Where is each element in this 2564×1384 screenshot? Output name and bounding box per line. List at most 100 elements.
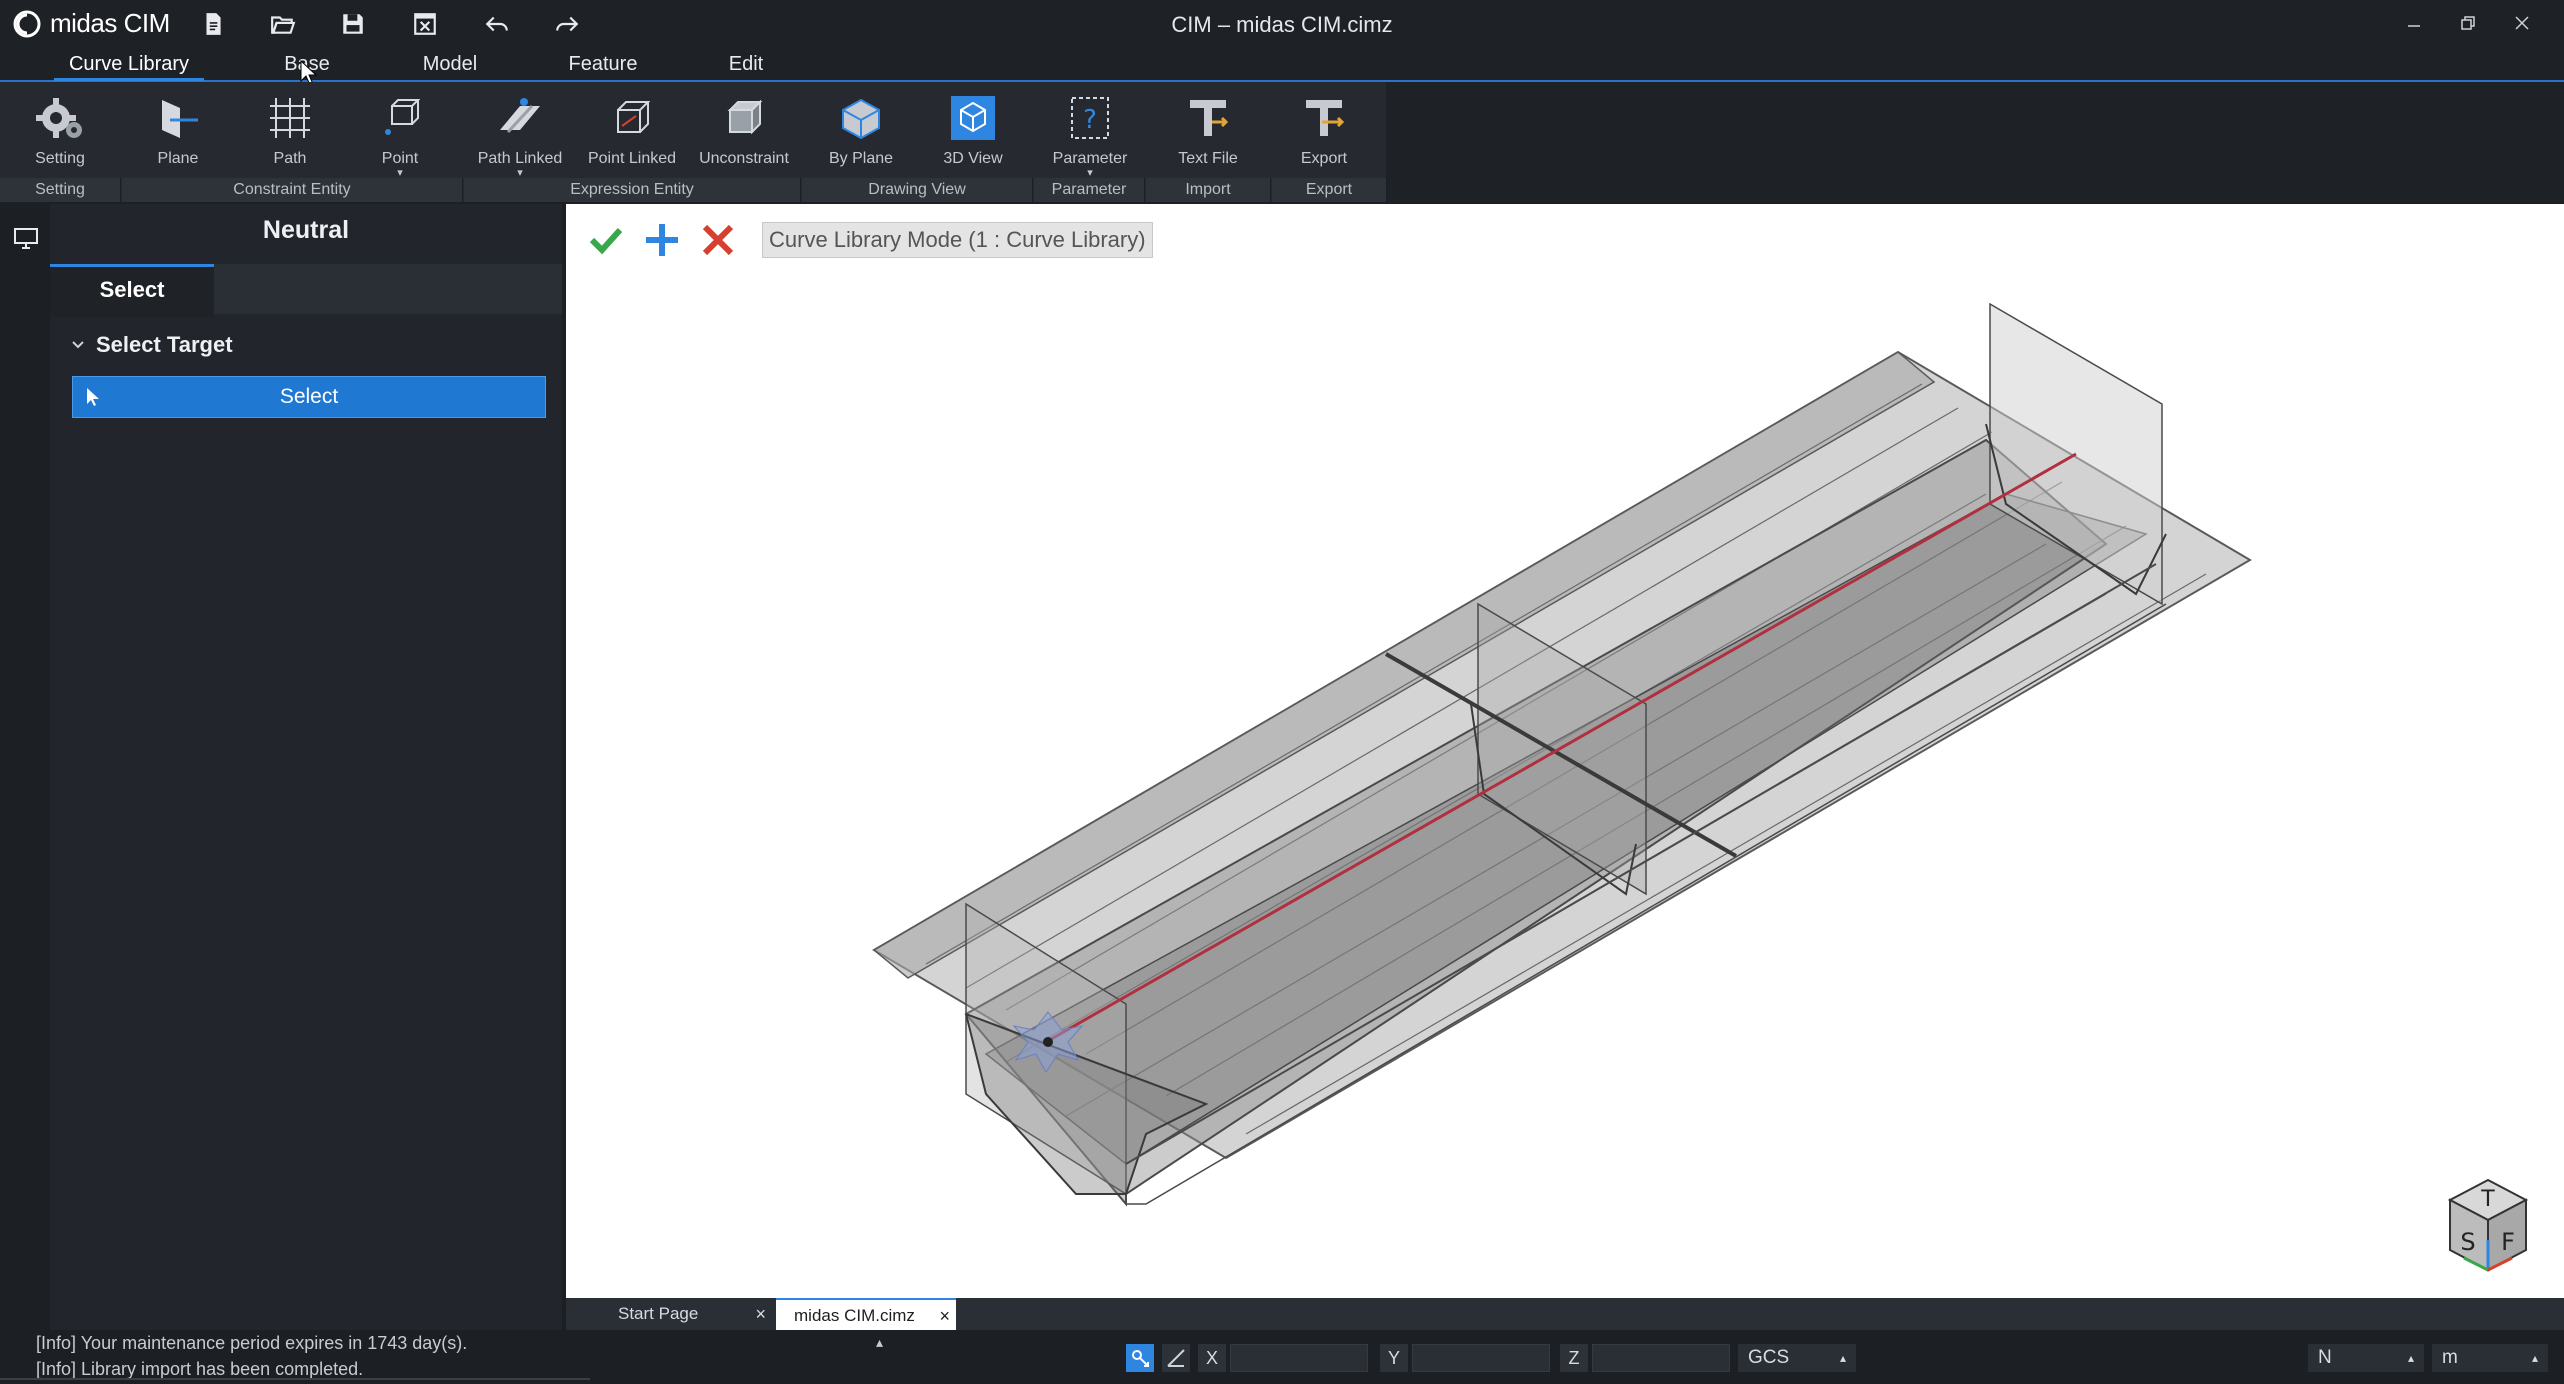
text-file-button[interactable]: Text File [1168,88,1248,188]
point-linked-label: Point Linked [587,150,677,167]
navcube-right-label: F [2501,1228,2515,1256]
plane-label: Plane [157,150,199,167]
z-coordinate-input[interactable] [1592,1344,1730,1372]
unconstraint-button[interactable]: Unconstraint [694,88,794,188]
caret-up-icon: ▴ [2531,1351,2538,1365]
close-doc-icon[interactable]: × [939,1300,950,1332]
status-bar: [Info] Your maintenance period expires i… [0,1330,2564,1384]
path-linked-icon [500,98,540,134]
parameter-label: Parameter [1052,150,1128,167]
point-linked-button[interactable]: Point Linked [582,88,682,188]
tab-feature[interactable]: Feature [560,50,646,78]
select-button[interactable]: Select [72,376,546,418]
3d-view-button[interactable]: 3D View [932,88,1014,188]
tab-edit[interactable]: Edit [720,50,772,78]
3d-view-icon [951,96,995,140]
path-button[interactable]: Path [250,88,330,188]
window-title: CIM – midas CIM.cimz [1171,12,1393,37]
document-tab-bar: Start Page × midas CIM.cimz × [566,1298,2564,1332]
minimize-button[interactable] [2394,6,2434,40]
unconstraint-cube-icon [727,99,763,135]
path-linked-dropdown-arrow: ▾ [517,167,523,179]
close-start-page-icon[interactable]: × [755,1298,766,1330]
active-doc-label: midas CIM.cimz [794,1306,915,1325]
ortho-toggle-icon[interactable] [1162,1344,1190,1372]
close-window-button[interactable] [2502,6,2542,40]
left-tool-strip [0,204,51,1330]
select-target-label: Select Target [96,332,233,357]
force-unit-select[interactable]: N ▴ [2308,1344,2424,1372]
parameter-icon: ? [1071,97,1109,139]
by-plane-icon [842,98,880,140]
add-plus-icon[interactable] [642,220,682,260]
log-expand-arrow-icon[interactable]: ▴ [876,1334,883,1351]
tab-midas-cim-file[interactable]: midas CIM.cimz × [776,1298,956,1332]
path-icon [270,98,310,138]
text-file-label: Text File [1178,150,1238,167]
coordinate-system-select[interactable]: GCS ▴ [1738,1344,1856,1372]
confirm-check-icon[interactable] [586,220,626,260]
tab-model[interactable]: Model [412,50,488,78]
panel-title: Neutral [262,216,350,244]
restore-icon [2461,16,2475,30]
close-icon [2515,16,2529,30]
tab-start-page[interactable]: Start Page × [566,1298,772,1330]
navcube-top-label: T [2480,1187,2495,1212]
svg-text:?: ? [1083,105,1097,135]
select-target-section[interactable]: Select Target [70,332,233,358]
by-plane-label: By Plane [828,150,894,167]
point-button[interactable]: Point ▾ [360,88,440,188]
panel-tab-bar: Select [50,264,562,317]
export-button[interactable]: Export [1284,88,1364,188]
select-button-label: Select [279,385,339,408]
path-linked-label: Path Linked [477,150,563,167]
menu-bar: Curve Library Base Model Feature Edit [0,48,2564,82]
snap-toggle-icon[interactable] [1126,1344,1154,1372]
by-plane-button[interactable]: By Plane [820,88,902,188]
group-constraint-entity: Constraint Entity [122,178,463,202]
cancel-x-icon[interactable] [698,220,738,260]
message-log: [Info] Your maintenance period expires i… [36,1330,467,1382]
point-linked-icon [617,101,651,133]
title-bar: midas CIM CIM – midas CIM.cimz [0,0,2564,48]
properties-panel: Neutral Select Select Target Select [50,204,562,1330]
tab-select[interactable]: Select [50,264,214,317]
tab-curve-library[interactable]: Curve Library [54,50,204,81]
setting-label: Setting [35,150,85,167]
caret-up-icon: ▴ [2407,1351,2414,1365]
setting-button[interactable]: Setting [20,88,100,188]
group-setting: Setting [0,178,121,202]
3d-viewport[interactable]: Curve Library Mode (1 : Curve Library) T… [566,204,2564,1298]
unconstraint-label: Unconstraint [699,150,789,167]
x-label: X [1198,1344,1226,1372]
ribbon-empty-area [1386,82,2564,202]
point-label: Point [381,150,419,167]
log-divider [0,1378,590,1380]
restore-button[interactable] [2448,6,2488,40]
pointer-icon [87,388,99,406]
start-page-label: Start Page [618,1304,699,1323]
x-coordinate-input[interactable] [1230,1344,1368,1372]
3d-view-label: 3D View [943,150,1003,167]
length-unit-value: m [2442,1347,2458,1368]
log-line: [Info] Your maintenance period expires i… [36,1333,468,1353]
parameter-dropdown-arrow: ▾ [1087,167,1093,179]
text-file-icon [1190,100,1229,136]
length-unit-select[interactable]: m ▴ [2432,1344,2548,1372]
group-import: Import [1146,178,1271,202]
z-label: Z [1560,1344,1588,1372]
view-navigation-cube-icon[interactable]: T S F [2438,1170,2538,1280]
group-parameter: Parameter [1034,178,1145,202]
plane-icon [162,100,198,138]
plane-button[interactable]: Plane [138,88,218,188]
parameter-button[interactable]: ? Parameter ▾ [1048,88,1132,188]
point-cube-icon [385,99,421,135]
gear-icon [36,98,82,138]
y-coordinate-input[interactable] [1412,1344,1550,1372]
navcube-left-label: S [2460,1228,2475,1256]
path-linked-button[interactable]: Path Linked ▾ [470,88,570,188]
girder-model[interactable] [566,204,2564,1298]
panel-toggle-icon[interactable] [12,224,40,252]
y-label: Y [1380,1344,1408,1372]
group-export: Export [1272,178,1387,202]
